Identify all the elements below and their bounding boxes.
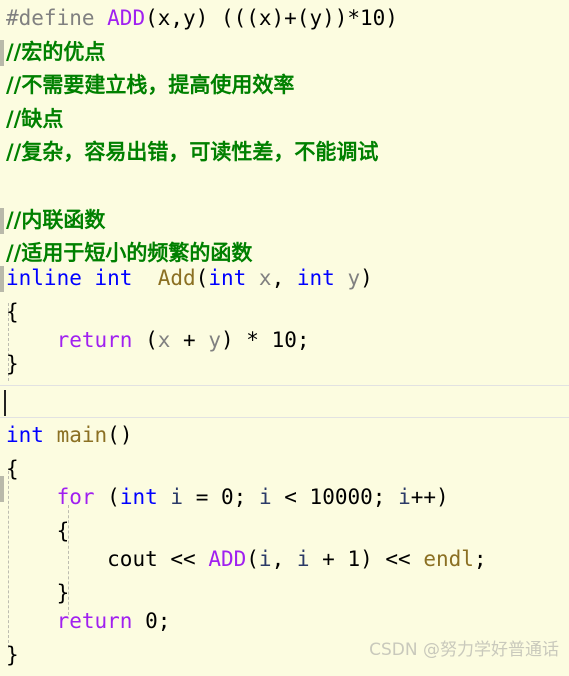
token-number: 1 [347,547,361,571]
token-punct: ) [360,266,373,290]
token-comment: //宏的优点 [6,39,106,64]
token-operator: = [183,485,221,509]
token-punct: , [271,266,297,290]
token-keyword: int [6,423,44,447]
token-brace: } [6,352,19,376]
token-comment: //不需要建立栈，提高使用效率 [6,73,295,98]
token-function-name: main [56,423,108,447]
token-keyword-for: for [56,485,95,509]
code-line[interactable]: //缺点 [0,103,569,137]
token-keyword: inline int [6,266,133,290]
code-line[interactable]: //宏的优点 [0,36,569,70]
code-line[interactable]: inline int Add(int x, int y) [0,262,569,296]
token-function-name: Add [157,266,196,290]
code-line[interactable]: //内联函数 [0,204,569,238]
token-punct: ( [195,266,209,290]
token-punct: , [271,547,297,571]
token-preprocessor: #define [6,6,108,30]
token-punct: ; [157,609,171,633]
token-variable: i [258,485,272,509]
token-punct: ; [233,485,259,509]
token-punct: () [107,423,133,447]
token-keyword: int [119,485,158,509]
current-line-highlight[interactable] [0,385,569,418]
token-variable: i [170,485,184,509]
code-line[interactable]: //复杂，容易出错，可读性差，不能调试 [0,136,569,170]
token-operator: ++) [410,485,449,509]
token-brace: { [6,456,19,481]
text-caret [4,390,6,416]
token-comment: //缺点 [6,106,64,131]
token-macro-body: (x,y) (((x)+(y))*10) [145,6,398,30]
code-line[interactable]: int main() [0,419,569,453]
token-brace: { [6,518,70,543]
token-parameter: y [334,266,361,290]
token-variable: i [296,547,310,571]
code-line[interactable]: } [0,348,569,382]
token-comment: //内联函数 [6,207,106,232]
code-line-blank[interactable] [0,170,569,204]
token-stream-object: cout [107,547,158,571]
token-stream-manipulator: endl [423,547,474,571]
token-keyword-return: return [56,609,133,633]
token-brace: } [6,580,70,605]
token-punct: ; [372,485,399,509]
token-variable: i [398,485,411,509]
token-punct: ( [94,485,120,509]
token-operator: ) << [360,547,424,571]
code-editor-surface[interactable]: #define ADD(x,y) (((x)+(y))*10) //宏的优点 /… [0,0,569,676]
token-keyword: int [296,266,335,290]
token-keyword: int [208,266,247,290]
token-variable: i [258,547,272,571]
token-parameter: x [246,266,272,290]
token-number: 10000 [309,485,373,509]
token-punct: ( [246,547,259,571]
code-line[interactable]: cout << ADD(i, i + 1) << endl; [0,543,569,577]
token-brace: } [6,642,19,667]
token-macro-name: ADD [107,6,146,30]
token-number: 0 [145,609,158,633]
code-line[interactable]: for (int i = 0; i < 10000; i++) [0,481,569,515]
token-macro-name: ADD [208,547,247,571]
token-brace: { [6,299,19,324]
code-line[interactable]: //不需要建立栈，提高使用效率 [0,69,569,103]
token-operator: << [157,547,209,571]
csdn-watermark: CSDN @努力学好普通话 [369,640,559,661]
token-number: 0 [221,485,234,509]
token-operator: + [309,547,348,571]
token-comment: //复杂，容易出错，可读性差，不能调试 [6,140,379,165]
code-line[interactable]: #define ADD(x,y) (((x)+(y))*10) [0,2,569,36]
token-punct: ; [473,547,487,571]
token-operator: < [271,485,310,509]
